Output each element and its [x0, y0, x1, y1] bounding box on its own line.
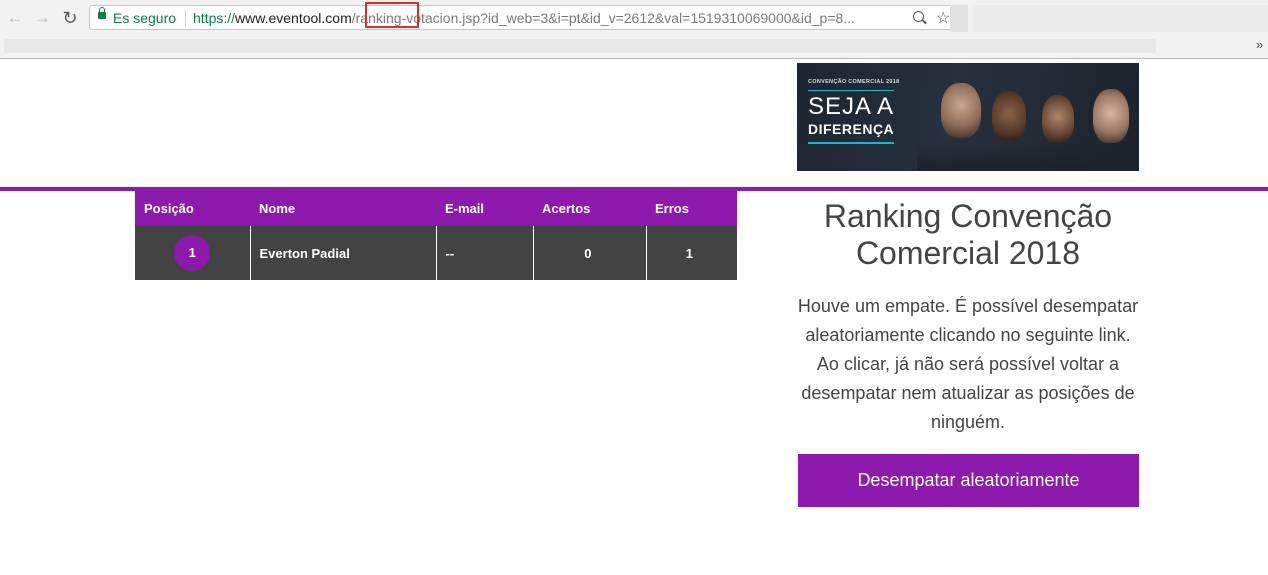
address-separator: [185, 10, 186, 26]
errors-cell: 1: [645, 226, 737, 280]
table-header-row: Posição Nome E-mail Acertos Erros: [135, 191, 737, 226]
url-text[interactable]: https://www.eventool.com/ranking-votacio…: [193, 10, 893, 26]
banner-shadow: [917, 141, 1139, 171]
column-header-name: Nome: [250, 191, 436, 226]
bookmark-star-icon[interactable]: ☆: [936, 8, 950, 28]
column-header-errors: Erros: [646, 191, 737, 226]
lock-icon: [98, 7, 106, 19]
untie-randomly-button[interactable]: Desempatar aleatoriamente: [798, 454, 1139, 507]
position-cell: 1: [135, 226, 250, 280]
email-cell: --: [435, 226, 533, 280]
extensions-area: [973, 5, 1268, 32]
bookmarks-list: [4, 39, 1156, 53]
ranking-title: Ranking Convenção Comercial 2018: [823, 198, 1113, 271]
reload-icon[interactable]: ↻: [61, 9, 79, 27]
column-header-hits: Acertos: [533, 191, 646, 226]
bookmarks-bar: »: [0, 36, 1268, 59]
banner-rule: [808, 90, 894, 91]
security-label: Es seguro: [113, 10, 177, 26]
banner-rule: [808, 142, 894, 144]
banner-headline-line2: DIFERENÇA: [808, 121, 895, 137]
extension-icon[interactable]: [950, 5, 968, 32]
column-header-email: E-mail: [436, 191, 533, 226]
bookmarks-overflow-button[interactable]: »: [1256, 37, 1263, 52]
url-highlight-box: [365, 2, 419, 28]
column-header-position: Posição: [135, 191, 250, 226]
tie-message: Houve um empate. É possível desempatar a…: [797, 296, 1139, 432]
name-cell: Everton Padial: [249, 226, 436, 280]
banner-person-image: [992, 91, 1026, 141]
banner-headline-line1: SEJA A: [808, 93, 895, 120]
banner-person-image: [941, 83, 981, 138]
browser-toolbar: ← → ↻ Es seguro https://www.eventool.com…: [0, 0, 1268, 36]
url-path: /ranking-votacion.jsp?id_web=3&i=pt&id_v…: [351, 10, 855, 26]
url-host: www.eventool.com: [235, 10, 352, 26]
banner-eyebrow: CONVENÇÃO COMERCIAL 2018: [808, 79, 900, 85]
hits-cell: 0: [532, 226, 646, 280]
position-badge: 1: [174, 235, 211, 271]
address-bar[interactable]: Es seguro https://www.eventool.com/ranki…: [89, 2, 964, 30]
back-arrow-icon[interactable]: ←: [6, 9, 24, 27]
event-banner: CONVENÇÃO COMERCIAL 2018 SEJA A DIFERENÇ…: [797, 63, 1139, 171]
forward-arrow-icon[interactable]: →: [33, 9, 51, 27]
url-scheme: https://: [193, 10, 236, 26]
zoom-icon[interactable]: [913, 11, 924, 22]
ranking-table: Posição Nome E-mail Acertos Erros 1 Ever…: [135, 191, 737, 280]
banner-person-image: [1093, 89, 1129, 143]
banner-person-image: [1042, 95, 1074, 143]
table-row: 1 Everton Padial -- 0 1: [135, 226, 737, 280]
